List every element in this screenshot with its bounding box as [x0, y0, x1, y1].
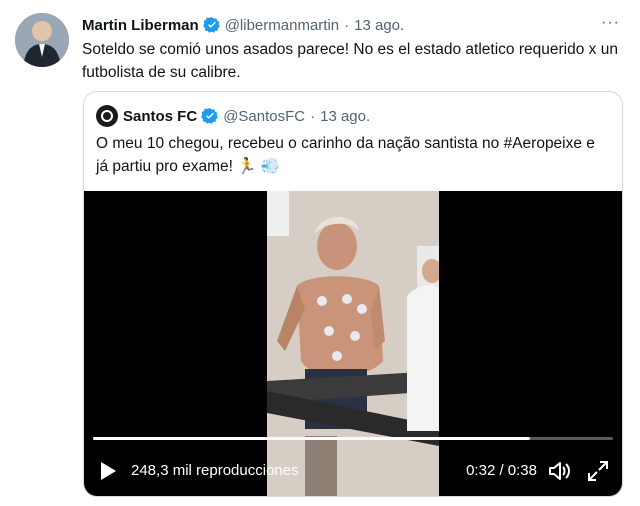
progress-fill	[93, 437, 530, 440]
author-avatar[interactable]	[15, 13, 69, 67]
author-handle[interactable]: @libermanmartin	[225, 17, 339, 34]
quote-header: Santos FC @SantosFC · 13 ago.	[96, 104, 370, 128]
verified-badge-icon	[202, 16, 221, 34]
progress-bar[interactable]	[93, 437, 613, 440]
quote-avatar[interactable]	[96, 105, 118, 127]
fullscreen-icon[interactable]	[586, 460, 610, 482]
more-icon[interactable]: ···	[601, 14, 620, 32]
separator: ·	[310, 107, 316, 125]
volume-icon[interactable]	[548, 460, 572, 482]
quoted-tweet[interactable]: Santos FC @SantosFC · 13 ago. O meu 10 c…	[83, 91, 623, 497]
tweet-header: Martin Liberman @libermanmartin · 13 ago…	[82, 14, 620, 36]
tweet-date[interactable]: 13 ago.	[354, 17, 404, 34]
video-player[interactable]: 248,3 mil reproducciones 0:32 / 0:38	[84, 191, 622, 496]
video-frame	[267, 191, 439, 496]
verified-badge-icon	[201, 107, 219, 125]
tweet-text: Soteldo se comió unos asados parece! No …	[82, 41, 618, 81]
author-name[interactable]: Martin Liberman	[82, 17, 199, 34]
separator: ·	[344, 16, 350, 34]
video-time: 0:32 / 0:38	[466, 462, 537, 479]
video-controls: 248,3 mil reproducciones 0:32 / 0:38	[84, 453, 622, 489]
quote-date[interactable]: 13 ago.	[320, 108, 370, 125]
quote-author-handle[interactable]: @SantosFC	[223, 108, 305, 125]
quote-text: O meu 10 chegou, recebeu o carinho da na…	[96, 135, 595, 175]
view-count: 248,3 mil reproducciones	[131, 462, 299, 479]
quote-author-name[interactable]: Santos FC	[123, 108, 197, 125]
play-icon[interactable]	[98, 461, 118, 481]
